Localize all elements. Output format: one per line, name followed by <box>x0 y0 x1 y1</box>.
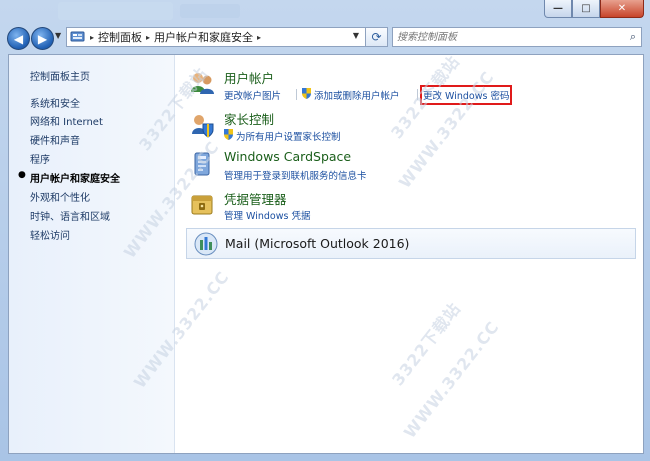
navigation-bar: ◀ ▶ ▼ ▸ 控制面板 ▸ 用户帐户和家庭安全 ▸ ▼ ⟳ ⌕ <box>0 24 650 52</box>
search-icon[interactable]: ⌕ <box>630 30 636 44</box>
title-blur <box>58 2 173 20</box>
link-separator <box>417 89 418 100</box>
title-bar: — □ ✕ <box>0 0 650 22</box>
sidebar-item-user-accounts[interactable]: 用户帐户和家庭安全 <box>30 170 120 185</box>
refresh-button[interactable]: ⟳ <box>366 27 388 47</box>
recent-pages-dropdown[interactable]: ▼ <box>55 31 64 43</box>
chevron-down-icon[interactable]: ▼ <box>353 31 359 40</box>
link-change-windows-password[interactable]: 更改 Windows 密码 <box>419 85 513 105</box>
link-add-remove-accounts[interactable]: 添加或删除用户帐户 <box>314 88 400 102</box>
search-box[interactable]: ⌕ <box>392 27 642 47</box>
control-panel-icon <box>70 30 86 44</box>
category-title-mail[interactable]: Mail (Microsoft Outlook 2016) <box>225 236 409 251</box>
uac-shield-icon <box>224 129 233 140</box>
sidebar: 控制面板主页 系统和安全 网络和 Internet 硬件和声音 程序 ● 用户帐… <box>9 55 175 453</box>
credential-manager-icon <box>189 191 213 215</box>
breadcrumb-separator[interactable]: ▸ <box>257 33 261 42</box>
category-title-user-accounts[interactable]: 用户帐户 <box>224 68 274 87</box>
sidebar-item-programs[interactable]: 程序 <box>30 151 50 166</box>
window-frame: — □ ✕ ◀ ▶ ▼ ▸ 控制面板 ▸ 用户帐户和家庭安全 ▸ ▼ ⟳ ⌕ 控… <box>0 0 650 461</box>
sidebar-item-network[interactable]: 网络和 Internet <box>30 113 103 128</box>
forward-arrow-icon: ▶ <box>37 31 48 46</box>
cardspace-icon <box>189 151 213 176</box>
sidebar-item-home[interactable]: 控制面板主页 <box>30 68 90 83</box>
link-change-account-picture[interactable]: 更改帐户图片 <box>224 88 281 102</box>
link-separator <box>296 89 297 100</box>
refresh-icon: ⟳ <box>371 30 382 44</box>
breadcrumb-separator[interactable]: ▸ <box>146 33 150 42</box>
category-title-cardspace[interactable]: Windows CardSpace <box>224 149 351 164</box>
back-arrow-icon: ◀ <box>13 31 24 46</box>
uac-shield-icon <box>302 88 311 99</box>
sidebar-item-ease-of-access[interactable]: 轻松访问 <box>30 227 70 242</box>
forward-button[interactable]: ▶ <box>31 27 54 50</box>
close-button[interactable]: ✕ <box>600 0 644 18</box>
breadcrumb-separator[interactable]: ▸ <box>90 33 94 42</box>
current-item-bullet: ● <box>18 170 26 180</box>
link-manage-info-cards[interactable]: 管理用于登录到联机服务的信息卡 <box>224 168 367 182</box>
minimize-button[interactable]: — <box>544 0 572 18</box>
sidebar-item-appearance[interactable]: 外观和个性化 <box>30 189 90 204</box>
sidebar-item-hardware[interactable]: 硬件和声音 <box>30 132 80 147</box>
link-set-parental-controls[interactable]: 为所有用户设置家长控制 <box>236 129 341 143</box>
search-input[interactable] <box>397 30 612 44</box>
maximize-button[interactable]: □ <box>572 0 600 18</box>
parental-controls-icon <box>189 112 214 138</box>
content-area: 控制面板主页 系统和安全 网络和 Internet 硬件和声音 程序 ● 用户帐… <box>8 54 644 454</box>
main-pane: 用户帐户 更改帐户图片 添加或删除用户帐户 更改 Windows 密码 家长控制… <box>174 55 643 453</box>
sidebar-item-clock-language[interactable]: 时钟、语言和区域 <box>30 208 110 223</box>
caption-buttons: — □ ✕ <box>544 0 644 18</box>
link-manage-windows-credentials[interactable]: 管理 Windows 凭据 <box>224 208 310 222</box>
sidebar-item-system-security[interactable]: 系统和安全 <box>30 95 80 110</box>
address-bar[interactable]: ▸ 控制面板 ▸ 用户帐户和家庭安全 ▸ ▼ <box>66 27 366 47</box>
mail-icon <box>193 231 218 256</box>
category-title-credential-manager[interactable]: 凭据管理器 <box>224 189 287 208</box>
mail-item[interactable]: Mail (Microsoft Outlook 2016) <box>186 228 636 259</box>
category-title-parental-controls[interactable]: 家长控制 <box>224 109 274 128</box>
user-accounts-icon <box>189 70 214 94</box>
back-button[interactable]: ◀ <box>7 27 30 50</box>
breadcrumb-user-accounts[interactable]: 用户帐户和家庭安全 <box>154 29 253 45</box>
title-blur <box>180 4 240 18</box>
breadcrumb-control-panel[interactable]: 控制面板 <box>98 29 142 45</box>
